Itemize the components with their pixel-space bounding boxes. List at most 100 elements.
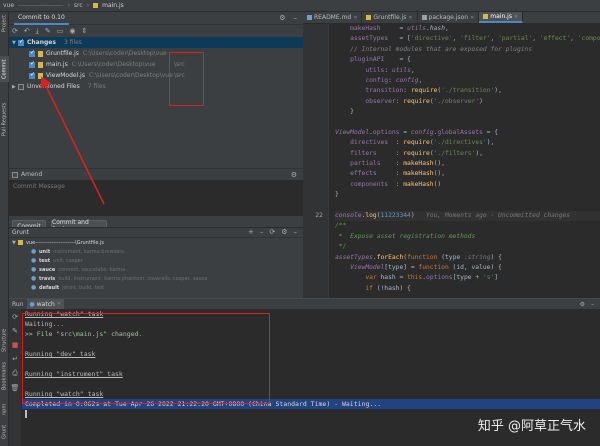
editor-tab-package-json[interactable]: package.json ✕	[418, 12, 480, 23]
changes-group[interactable]: ▼ Changes 3 files	[9, 37, 303, 48]
refresh-icon[interactable]: ⟳	[12, 27, 18, 35]
close-icon[interactable]: ✕	[353, 15, 357, 21]
tool-tab-pull-requests[interactable]: Pull Requests	[0, 98, 9, 140]
gear-icon[interactable]: ⚙	[281, 228, 287, 236]
trash-icon[interactable]: 🗑	[11, 384, 20, 392]
rerun-icon[interactable]: ⟳	[12, 313, 18, 321]
js-file-icon	[93, 3, 99, 8]
close-icon[interactable]: ✕	[470, 15, 474, 21]
grunt-task-row[interactable]: ● test unit, casper	[9, 256, 303, 265]
file-name: Gruntfile.js	[46, 50, 79, 57]
minimize-icon[interactable]: –	[294, 14, 298, 22]
download-icon[interactable]: ⤓	[36, 27, 39, 36]
minimize-icon[interactable]: –	[591, 301, 594, 308]
task-desc: connect, saucelabs, karma	[58, 266, 126, 273]
task-name: default	[39, 284, 60, 291]
amend-checkbox[interactable]	[12, 171, 18, 178]
task-name: test	[39, 257, 51, 264]
line-number	[303, 128, 328, 138]
commit-tab[interactable]: Commit to 0.10	[14, 12, 69, 25]
close-icon[interactable]: ✕	[408, 15, 412, 21]
file-checkbox[interactable]	[29, 60, 35, 68]
editor-tab-gruntfile[interactable]: Gruntfile.js ✕	[362, 12, 418, 23]
unversioned-group[interactable]: ▶ Unversioned Files 7 files	[9, 81, 303, 92]
line-number	[303, 253, 328, 263]
changed-file-row[interactable]: main.js C:\Users\coder\Desktop\vue \src	[9, 59, 303, 70]
gear-icon[interactable]: ⚙	[291, 171, 297, 179]
unversioned-checkbox[interactable]	[18, 83, 24, 90]
file-checkbox[interactable]	[29, 71, 35, 79]
grunt-title: Grunt	[12, 229, 30, 236]
json-file-icon	[421, 15, 427, 20]
changes-tree: ▼ Changes 3 files Gruntfile.js C:\Users\…	[9, 37, 303, 167]
editor-tab-label: README.md	[314, 14, 352, 21]
print-icon[interactable]: ⎙	[12, 369, 18, 378]
task-icon: ●	[31, 248, 37, 255]
edit-icon[interactable]: ✎	[45, 27, 51, 35]
code-area[interactable]: makeHash = utils.hash, assetTypes = ['di…	[335, 24, 600, 298]
add-icon[interactable]: +	[248, 228, 254, 236]
breadcrumb-file[interactable]: main.js	[102, 2, 124, 9]
run-header: Run ● watch ✕ ⚙ –	[9, 299, 600, 309]
run-tab-label: watch	[36, 300, 55, 308]
line-number	[303, 232, 328, 242]
minimize-icon[interactable]: –	[294, 228, 298, 236]
js-file-icon	[38, 61, 43, 68]
tool-tab-structure[interactable]: Structure	[0, 328, 9, 352]
breadcrumb-separator: ›	[86, 2, 90, 9]
refresh-icon[interactable]: ⟳	[269, 228, 275, 236]
tool-tab-grunt[interactable]: Grunt	[0, 422, 9, 442]
task-desc: unit, casper	[53, 257, 83, 264]
gear-icon[interactable]: ⚙	[580, 301, 585, 308]
close-icon[interactable]: ✕	[57, 301, 61, 307]
tool-tab-commit[interactable]: Commit	[0, 56, 9, 82]
file-name: main.js	[46, 61, 68, 68]
tool-tab-bookmarks[interactable]: Bookmarks	[0, 362, 9, 390]
stop-icon[interactable]: ■	[12, 341, 19, 349]
expand-icon[interactable]: ⇕	[81, 27, 87, 35]
breadcrumb-project[interactable]: vue	[3, 2, 14, 9]
eye-icon[interactable]: ◉	[69, 27, 75, 35]
task-desc: build, instrument, karma:phantom, covera…	[58, 275, 208, 282]
line-number	[303, 97, 328, 107]
grunt-root[interactable]: ▼ vue----------------------\Gruntfile.js	[9, 238, 303, 247]
soft-wrap-icon[interactable]: ↵	[12, 355, 18, 363]
line-number	[303, 55, 328, 65]
changes-count: 3 files	[63, 39, 82, 46]
line-number	[303, 34, 328, 44]
commit-message-input[interactable]: Commit Message	[9, 180, 303, 216]
editor-tab-main-js[interactable]: main.js ✕	[479, 12, 524, 23]
editor-tab-readme[interactable]: README.md ✕	[303, 12, 363, 23]
line-number	[303, 263, 328, 273]
console-caret	[25, 410, 27, 418]
file-checkbox[interactable]	[29, 49, 35, 57]
code-editor[interactable]: 22 makeHash = utils.hash, assetTypes = […	[303, 24, 600, 298]
rollback-icon[interactable]: ↶	[24, 27, 30, 35]
grunt-task-row[interactable]: ● unit instrument, karma:browsers	[9, 247, 303, 256]
breadcrumb-folder[interactable]: src	[74, 2, 83, 9]
js-file-icon	[38, 72, 43, 79]
wrench-icon[interactable]: ✎	[12, 327, 18, 335]
amend-label[interactable]: Amend	[21, 171, 42, 178]
task-name: unit	[39, 248, 51, 255]
line-number	[303, 107, 328, 117]
diff-icon[interactable]: ▭	[57, 27, 64, 35]
run-tab-watch[interactable]: ● watch ✕	[26, 299, 65, 309]
js-file-icon	[366, 15, 372, 20]
grunt-task-row[interactable]: ● sauce connect, saucelabs, karma	[9, 265, 303, 274]
changes-checkbox[interactable]	[18, 38, 24, 46]
tool-tab-npm[interactable]: npm	[0, 403, 9, 414]
line-number	[303, 159, 328, 169]
changed-file-row[interactable]: ViewModel.js C:\Users\coder\Desktop\vue …	[9, 70, 303, 81]
changed-file-row[interactable]: Gruntfile.js C:\Users\coder\Desktop\vue	[9, 48, 303, 59]
minus-icon[interactable]: –	[260, 228, 264, 236]
tool-tab-project[interactable]: Project	[0, 12, 9, 34]
grunt-file-icon	[18, 240, 23, 245]
gear-icon[interactable]: ⚙	[279, 14, 285, 22]
line-number	[303, 242, 328, 252]
close-icon[interactable]: ✕	[514, 14, 518, 20]
grunt-task-row[interactable]: ● travis build, instrument, karma:phanto…	[9, 274, 303, 283]
grunt-task-row[interactable]: ● default jshint, build, test	[9, 283, 303, 292]
task-icon: ●	[31, 266, 37, 273]
breadcrumb-separator: ›	[67, 2, 70, 9]
